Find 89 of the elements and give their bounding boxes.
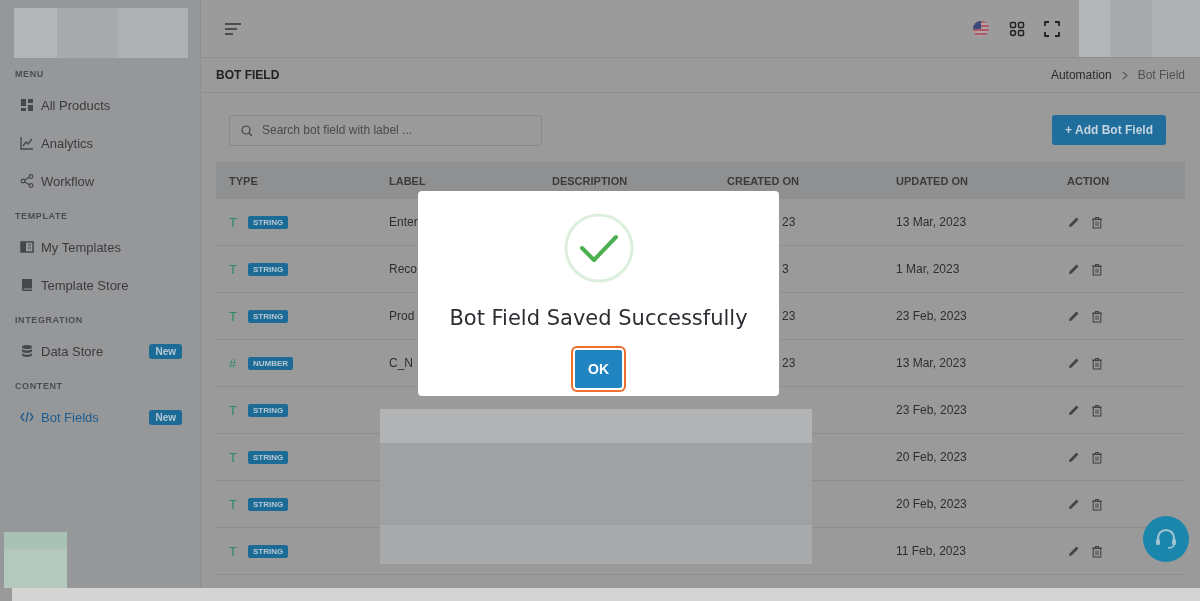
type-tag: STRING — [248, 450, 289, 464]
checkmark-icon — [562, 212, 635, 284]
table-cell: 20 Feb, 2023 — [896, 450, 967, 464]
book-icon — [20, 278, 34, 292]
column-header: ACTION — [1066, 174, 1111, 187]
sidebar-item[interactable]: All Products — [0, 86, 200, 124]
type-tag: NUMBER — [248, 356, 294, 370]
section-heading: CONTENT — [14, 380, 64, 393]
trash-icon[interactable] — [1091, 356, 1103, 370]
table-cell: 23 — [782, 215, 796, 229]
fullscreen-icon[interactable] — [1044, 20, 1060, 37]
table-cell: 13 Mar, 2023 — [896, 215, 967, 229]
sidebar-item[interactable]: Data Store New — [0, 332, 200, 370]
table-cell: 20 Feb, 2023 — [896, 497, 967, 511]
column-header: TYPE — [228, 174, 259, 187]
pencil-icon[interactable] — [1068, 404, 1080, 416]
section-heading: MENU — [14, 68, 45, 81]
chevron-right-icon — [1121, 70, 1128, 80]
table-cell: Prod — [389, 309, 415, 323]
table-cell: 23 — [782, 356, 796, 370]
headset-icon[interactable] — [1143, 516, 1189, 562]
table-cell: 13 Mar, 2023 — [896, 356, 967, 370]
table-cell: 23 Feb, 2023 — [896, 403, 967, 417]
menu-icon[interactable] — [224, 21, 242, 36]
new-badge: New — [149, 343, 182, 359]
table-cell: C_N — [389, 356, 413, 370]
apps-icon[interactable] — [1009, 20, 1025, 37]
pencil-icon[interactable] — [1068, 451, 1080, 463]
table-cell: 23 — [782, 309, 796, 323]
search-field[interactable]: Search bot field with label ... — [229, 114, 542, 146]
trash-icon[interactable] — [1091, 215, 1103, 229]
trash-icon[interactable] — [1091, 497, 1103, 511]
trash-icon[interactable] — [1091, 262, 1103, 276]
pencil-icon[interactable] — [1068, 498, 1080, 510]
line-chart-icon — [20, 136, 34, 150]
sidebar-item[interactable]: Workflow — [0, 162, 200, 200]
type-glyph: T — [229, 496, 238, 512]
type-glyph: T — [229, 543, 238, 559]
type-glyph: T — [229, 261, 238, 277]
pencil-icon[interactable] — [1068, 216, 1080, 228]
column-header: CREATED ON — [726, 174, 800, 187]
type-tag: STRING — [248, 262, 289, 276]
section-heading: INTEGRATION — [14, 314, 84, 327]
trash-icon[interactable] — [1091, 544, 1103, 558]
dialog-message: Bot Field Saved Successfully — [449, 306, 748, 330]
search-icon — [241, 124, 253, 137]
sidebar-item[interactable]: Template Store — [0, 266, 200, 304]
type-tag: STRING — [248, 544, 289, 558]
pencil-icon[interactable] — [1068, 545, 1080, 557]
column-header: UPDATED ON — [895, 174, 969, 187]
type-glyph: T — [229, 449, 238, 465]
breadcrumb-link[interactable]: Automation — [1050, 68, 1112, 82]
sidebar-item[interactable]: Analytics — [0, 124, 200, 162]
layout-icon — [20, 240, 34, 254]
page-title: BOT FIELD — [216, 68, 280, 82]
type-tag: STRING — [248, 497, 289, 511]
pencil-icon[interactable] — [1068, 310, 1080, 322]
table-cell: 3 — [782, 262, 789, 276]
flag-icon[interactable] — [972, 19, 990, 38]
grid-icon — [20, 98, 34, 112]
table-cell: 1 Mar, 2023 — [896, 262, 960, 276]
database-icon — [20, 344, 34, 358]
type-tag: STRING — [248, 215, 289, 229]
sidebar-item[interactable]: My Templates — [0, 228, 200, 266]
type-glyph: T — [229, 308, 238, 324]
table-cell: Enter — [389, 215, 418, 229]
pencil-icon[interactable] — [1068, 263, 1080, 275]
type-tag: STRING — [248, 403, 289, 417]
new-badge: New — [149, 409, 182, 425]
column-header: LABEL — [388, 174, 427, 187]
column-header: DESCRIPTION — [551, 174, 629, 187]
sidebar-item[interactable]: Bot Fields New — [0, 398, 200, 436]
type-glyph: T — [229, 214, 238, 230]
trash-icon[interactable] — [1091, 403, 1103, 417]
pencil-icon[interactable] — [1068, 357, 1080, 369]
trash-icon[interactable] — [1091, 309, 1103, 323]
table-cell: 11 Feb, 2023 — [896, 544, 966, 558]
code-icon — [20, 410, 34, 424]
trash-icon[interactable] — [1091, 450, 1103, 464]
type-tag: STRING — [248, 309, 289, 323]
share-nodes-icon — [20, 174, 34, 188]
table-cell: Reco — [389, 262, 417, 276]
table-cell: 23 Feb, 2023 — [896, 309, 967, 323]
ok-button[interactable]: OK — [573, 348, 624, 390]
add-button[interactable]: + Add Bot Field — [1052, 115, 1166, 145]
blurred-area — [4, 532, 67, 588]
section-heading: TEMPLATE — [14, 210, 69, 223]
type-glyph: T — [229, 402, 238, 418]
type-glyph: # — [229, 355, 238, 371]
